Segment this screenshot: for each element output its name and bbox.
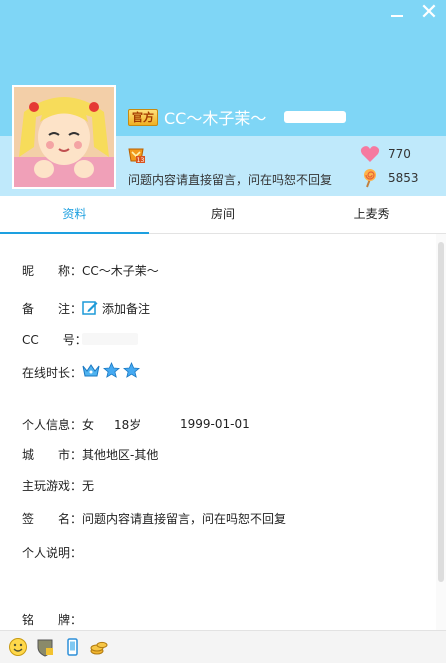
crown-icon: [82, 363, 100, 382]
hearts-count: 770: [388, 147, 411, 161]
tab-mic-show[interactable]: 上麦秀: [297, 196, 446, 233]
shield-icon[interactable]: [35, 637, 55, 657]
online-time-label: 在线时长：: [22, 365, 83, 380]
profile-tabs: 资料 房间 上麦秀: [0, 196, 446, 234]
remark-row: 备 注： 添加备注: [22, 299, 150, 317]
avatar[interactable]: [12, 85, 116, 189]
name-row: 官方 CC～木子茉～: [128, 106, 347, 128]
nickname-label: 昵 称：: [22, 263, 83, 278]
lollipop-icon: [364, 169, 376, 188]
add-remark-label: 添加备注: [102, 301, 151, 316]
signature-label: 签 名：: [22, 511, 83, 526]
main-game-value: 无: [82, 478, 95, 493]
signature-value: 问题内容请直接留言，问在吗恕不回复: [82, 511, 287, 526]
star-icon: [102, 362, 121, 382]
personal-info-label: 个人信息：: [22, 417, 83, 432]
gender-value: 女: [82, 417, 95, 432]
tab-rooms[interactable]: 房间: [149, 196, 298, 233]
main-game-label: 主玩游戏：: [22, 478, 83, 493]
birthday-value: 1999-01-01: [180, 417, 250, 431]
header-nickname: CC～木子茉～: [164, 109, 267, 128]
masked-id-redaction: [284, 111, 347, 123]
star-icon: [122, 362, 141, 382]
level-badge-icon[interactable]: 13: [127, 145, 145, 164]
city-row: 城 市： 其他地区-其他: [22, 445, 158, 463]
bottom-toolbar: [0, 630, 446, 663]
heart-icon: [360, 146, 380, 162]
cc-number-redaction: [82, 333, 138, 345]
header-signature: 问题内容请直接留言，问在吗恕不回复: [128, 173, 333, 187]
scrollbar-thumb[interactable]: [438, 242, 444, 582]
cc-number-row: CC 号：: [22, 330, 138, 348]
profile-details: 昵 称： CC～木子茉～ 备 注： 添加备注 CC 号： 在线时长： 个人信息：: [0, 234, 446, 630]
edit-icon: [82, 301, 98, 315]
description-row: 个人说明：: [22, 543, 82, 561]
profile-header: ✕ 官方 CC～木子茉～ 13 问题内容请直接留言，问在吗恕不回复 770 58…: [0, 0, 446, 196]
emoji-icon[interactable]: [8, 637, 28, 657]
hearts-stat: 770: [360, 145, 411, 163]
personal-info-row: 个人信息： 女 18岁 1999-01-01: [22, 415, 250, 433]
candy-stat: 5853: [360, 168, 419, 188]
medal-row: 铭 牌：: [22, 610, 82, 628]
description-label: 个人说明：: [22, 545, 83, 560]
remark-label: 备 注：: [22, 301, 83, 316]
candy-count: 5853: [388, 171, 419, 185]
city-value: 其他地区-其他: [82, 447, 159, 462]
cc-number-label: CC 号：: [22, 332, 87, 347]
minimize-icon[interactable]: [386, 2, 408, 24]
close-icon[interactable]: ✕: [418, 2, 440, 24]
signature-row: 签 名： 问题内容请直接留言，问在吗恕不回复: [22, 509, 286, 527]
city-label: 城 市：: [22, 447, 83, 462]
phone-icon[interactable]: [62, 637, 82, 657]
nickname-value: CC～木子茉～: [82, 263, 159, 278]
svg-text:13: 13: [137, 157, 145, 163]
online-time-row: 在线时长：: [22, 362, 141, 382]
tab-profile[interactable]: 资料: [0, 196, 149, 234]
official-badge: 官方: [128, 108, 158, 126]
medal-label: 铭 牌：: [22, 612, 83, 627]
coins-icon[interactable]: [89, 637, 109, 657]
main-game-row: 主玩游戏： 无: [22, 476, 94, 494]
add-remark-button[interactable]: 添加备注: [82, 300, 150, 317]
age-value: 18岁: [114, 417, 142, 432]
scrollbar[interactable]: [436, 234, 446, 630]
nickname-row: 昵 称： CC～木子茉～: [22, 261, 159, 279]
